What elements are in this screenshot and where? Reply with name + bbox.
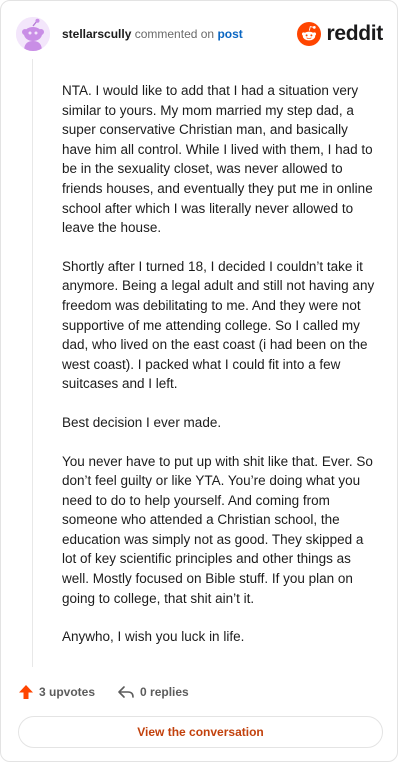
comment-card: stellarscully commented on post reddit N… bbox=[0, 0, 398, 762]
reddit-logo-icon bbox=[297, 22, 322, 46]
comment-body: NTA. I would like to add that I had a si… bbox=[62, 81, 376, 666]
comment-actions: 3 upvotes 0 replies bbox=[18, 681, 189, 703]
view-conversation-button[interactable]: View the conversation bbox=[18, 716, 383, 748]
comment-paragraph: NTA. I would like to add that I had a si… bbox=[62, 83, 373, 236]
upvote-button[interactable]: 3 upvotes bbox=[18, 684, 95, 700]
snoo-avatar-icon bbox=[16, 17, 50, 51]
reply-arrow-icon bbox=[118, 686, 134, 698]
reddit-logo[interactable]: reddit bbox=[297, 21, 383, 47]
action-text: commented on bbox=[134, 27, 215, 41]
comment-header: stellarscully commented on post reddit bbox=[16, 17, 383, 53]
reply-button[interactable]: 0 replies bbox=[117, 684, 189, 700]
comment-paragraph: Best decision I ever made. bbox=[62, 414, 222, 430]
upvote-count: 3 upvotes bbox=[39, 685, 96, 699]
comment-meta: stellarscully commented on post bbox=[62, 26, 243, 42]
thread-line bbox=[32, 59, 33, 667]
reply-count: 0 replies bbox=[140, 685, 189, 699]
upvote-arrow-icon bbox=[19, 685, 33, 699]
comment-paragraph: You never have to put up with shit like … bbox=[62, 453, 373, 606]
username-link[interactable]: stellarscully bbox=[62, 27, 131, 41]
comment-paragraph: Shortly after I turned 18, I decided I c… bbox=[62, 258, 375, 392]
comment-paragraph: Anywho, I wish you luck in life. bbox=[62, 629, 245, 645]
post-link[interactable]: post bbox=[217, 27, 242, 41]
reddit-wordmark: reddit bbox=[326, 22, 383, 45]
avatar[interactable] bbox=[16, 17, 50, 51]
